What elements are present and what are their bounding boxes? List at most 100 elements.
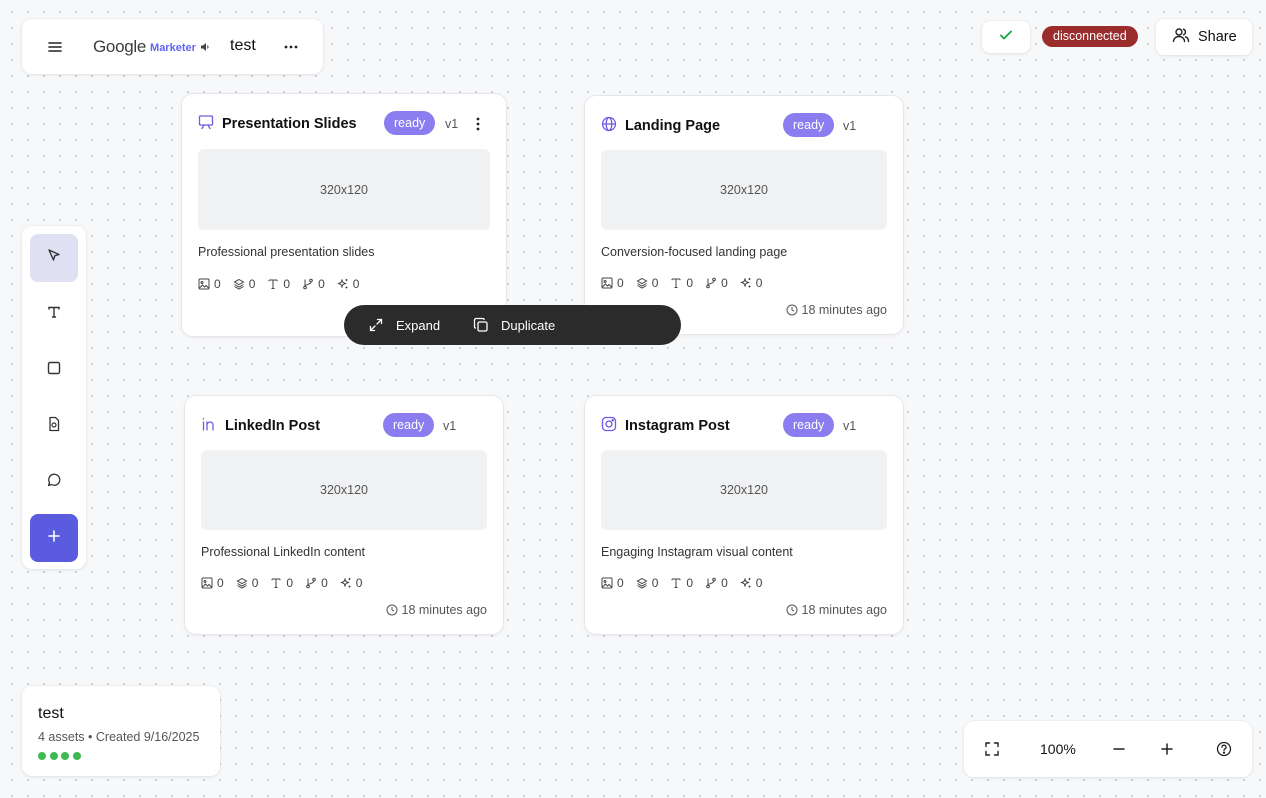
share-button[interactable]: Share	[1156, 19, 1252, 55]
zoom-controls: 100%	[964, 721, 1252, 777]
text-icon	[46, 304, 62, 325]
fullscreen-icon	[985, 742, 999, 756]
card-thumbnail: 320x120	[198, 149, 490, 230]
stat-ai: 0	[739, 576, 762, 590]
select-tool-button[interactable]	[30, 234, 78, 282]
document-tool-button[interactable]	[30, 402, 78, 450]
comment-tool-button[interactable]	[30, 458, 78, 506]
asset-card-presentation-slides[interactable]: Presentation Slides ready v1 320x120 Pro…	[181, 93, 507, 337]
card-title: LinkedIn Post	[225, 418, 321, 434]
stat-text: 0	[670, 576, 693, 590]
branch-icon	[306, 577, 316, 589]
image-icon	[198, 278, 210, 290]
thumbnail-placeholder-text: 320x120	[720, 483, 768, 497]
zoom-out-button[interactable]	[1107, 737, 1131, 761]
card-updated-time: 18 minutes ago	[386, 603, 487, 617]
card-description: Engaging Instagram visual content	[601, 545, 793, 559]
card-updated-time: 18 minutes ago	[786, 603, 887, 617]
app-logo[interactable]: Google Marketer	[93, 37, 210, 57]
asset-card-landing-page[interactable]: Landing Page ready v1 320x120 Conversion…	[584, 95, 904, 335]
clock-icon	[786, 304, 798, 316]
project-info-meta: 4 assets • Created 9/16/2025	[38, 730, 200, 744]
status-dot	[72, 752, 81, 760]
fit-to-screen-button[interactable]	[980, 737, 1004, 761]
version-label: v1	[843, 419, 857, 433]
card-stats: 0 0 0 0 0	[601, 276, 774, 290]
status-badge: ready	[383, 413, 435, 437]
branch-icon	[706, 277, 716, 289]
expand-button[interactable]: Expand	[368, 305, 440, 345]
top-header-bar: Google Marketer test	[22, 19, 323, 74]
stat-ai: 0	[339, 576, 362, 590]
stat-images: 0	[198, 277, 221, 291]
thumbnail-placeholder-text: 320x120	[720, 183, 768, 197]
thumbnail-placeholder-text: 320x120	[320, 182, 368, 197]
logo-marketer-text: Marketer	[150, 42, 196, 54]
status-dot	[61, 752, 69, 760]
sparkles-icon	[339, 577, 351, 588]
users-icon	[1172, 26, 1190, 49]
status-badge: ready	[384, 111, 436, 135]
checkmark-icon	[998, 27, 1014, 48]
stat-images: 0	[601, 576, 624, 590]
asset-status-dots	[38, 752, 84, 760]
card-thumbnail: 320x120	[601, 150, 887, 230]
selection-action-bar: Expand Duplicate	[344, 305, 681, 345]
logo-google-text: Google	[93, 37, 147, 56]
stat-layers: 0	[233, 277, 255, 291]
square-icon	[46, 360, 62, 381]
branch-icon	[706, 577, 716, 589]
card-description: Conversion-focused landing page	[601, 245, 788, 259]
card-stats: 0 0 0 0 0	[198, 277, 371, 291]
card-description: Professional LinkedIn content	[201, 545, 365, 559]
sparkles-icon	[336, 278, 348, 289]
hamburger-menu-icon[interactable]	[46, 38, 64, 56]
stat-text: 0	[670, 276, 693, 290]
help-button[interactable]	[1212, 737, 1236, 761]
image-icon	[601, 277, 613, 289]
add-asset-button[interactable]	[30, 514, 78, 562]
tool-palette	[22, 226, 86, 569]
share-button-label: Share	[1198, 29, 1237, 45]
branch-icon	[303, 278, 313, 290]
text-tool-button[interactable]	[30, 290, 78, 338]
speaker-icon	[200, 39, 210, 57]
text-icon	[671, 278, 681, 288]
duplicate-button[interactable]: Duplicate	[473, 305, 555, 345]
card-updated-time: 18 minutes ago	[786, 303, 887, 317]
card-title: Landing Page	[625, 118, 721, 134]
project-info-title: test	[38, 705, 64, 722]
zoom-level: 100%	[1040, 741, 1076, 757]
status-badge: ready	[783, 113, 835, 137]
stat-layers: 0	[636, 576, 658, 590]
globe-icon	[601, 116, 617, 137]
status-dot	[38, 752, 46, 760]
more-options-icon[interactable]	[282, 37, 300, 55]
stat-text: 0	[270, 576, 293, 590]
connection-status-badge: disconnected	[1042, 26, 1138, 47]
copy-icon	[473, 317, 488, 332]
card-title: Instagram Post	[625, 418, 730, 434]
expand-icon	[369, 318, 383, 332]
asset-card-linkedin-post[interactable]: LinkedIn Post ready v1 320x120 Professio…	[184, 395, 504, 635]
stat-ai: 0	[336, 277, 359, 291]
asset-card-instagram-post[interactable]: Instagram Post ready v1 320x120 Engaging…	[584, 395, 904, 635]
plus-icon	[47, 529, 61, 548]
project-info-panel: test 4 assets • Created 9/16/2025	[22, 686, 220, 776]
text-icon	[671, 578, 681, 588]
stat-layers: 0	[636, 276, 658, 290]
card-stats: 0 0 0 0 0	[601, 576, 774, 590]
layers-icon	[636, 577, 648, 589]
rectangle-tool-button[interactable]	[30, 346, 78, 394]
card-menu-icon[interactable]	[470, 114, 486, 134]
sync-status-button[interactable]	[982, 21, 1030, 53]
card-stats: 0 0 0 0 0	[201, 576, 374, 590]
zoom-in-button[interactable]	[1155, 737, 1179, 761]
stat-layers: 0	[236, 576, 258, 590]
version-label: v1	[843, 119, 857, 133]
project-title[interactable]: test	[230, 37, 256, 55]
card-title: Presentation Slides	[222, 116, 357, 132]
image-icon	[201, 577, 213, 589]
stat-branches: 0	[302, 277, 325, 291]
thumbnail-placeholder-text: 320x120	[320, 483, 368, 497]
